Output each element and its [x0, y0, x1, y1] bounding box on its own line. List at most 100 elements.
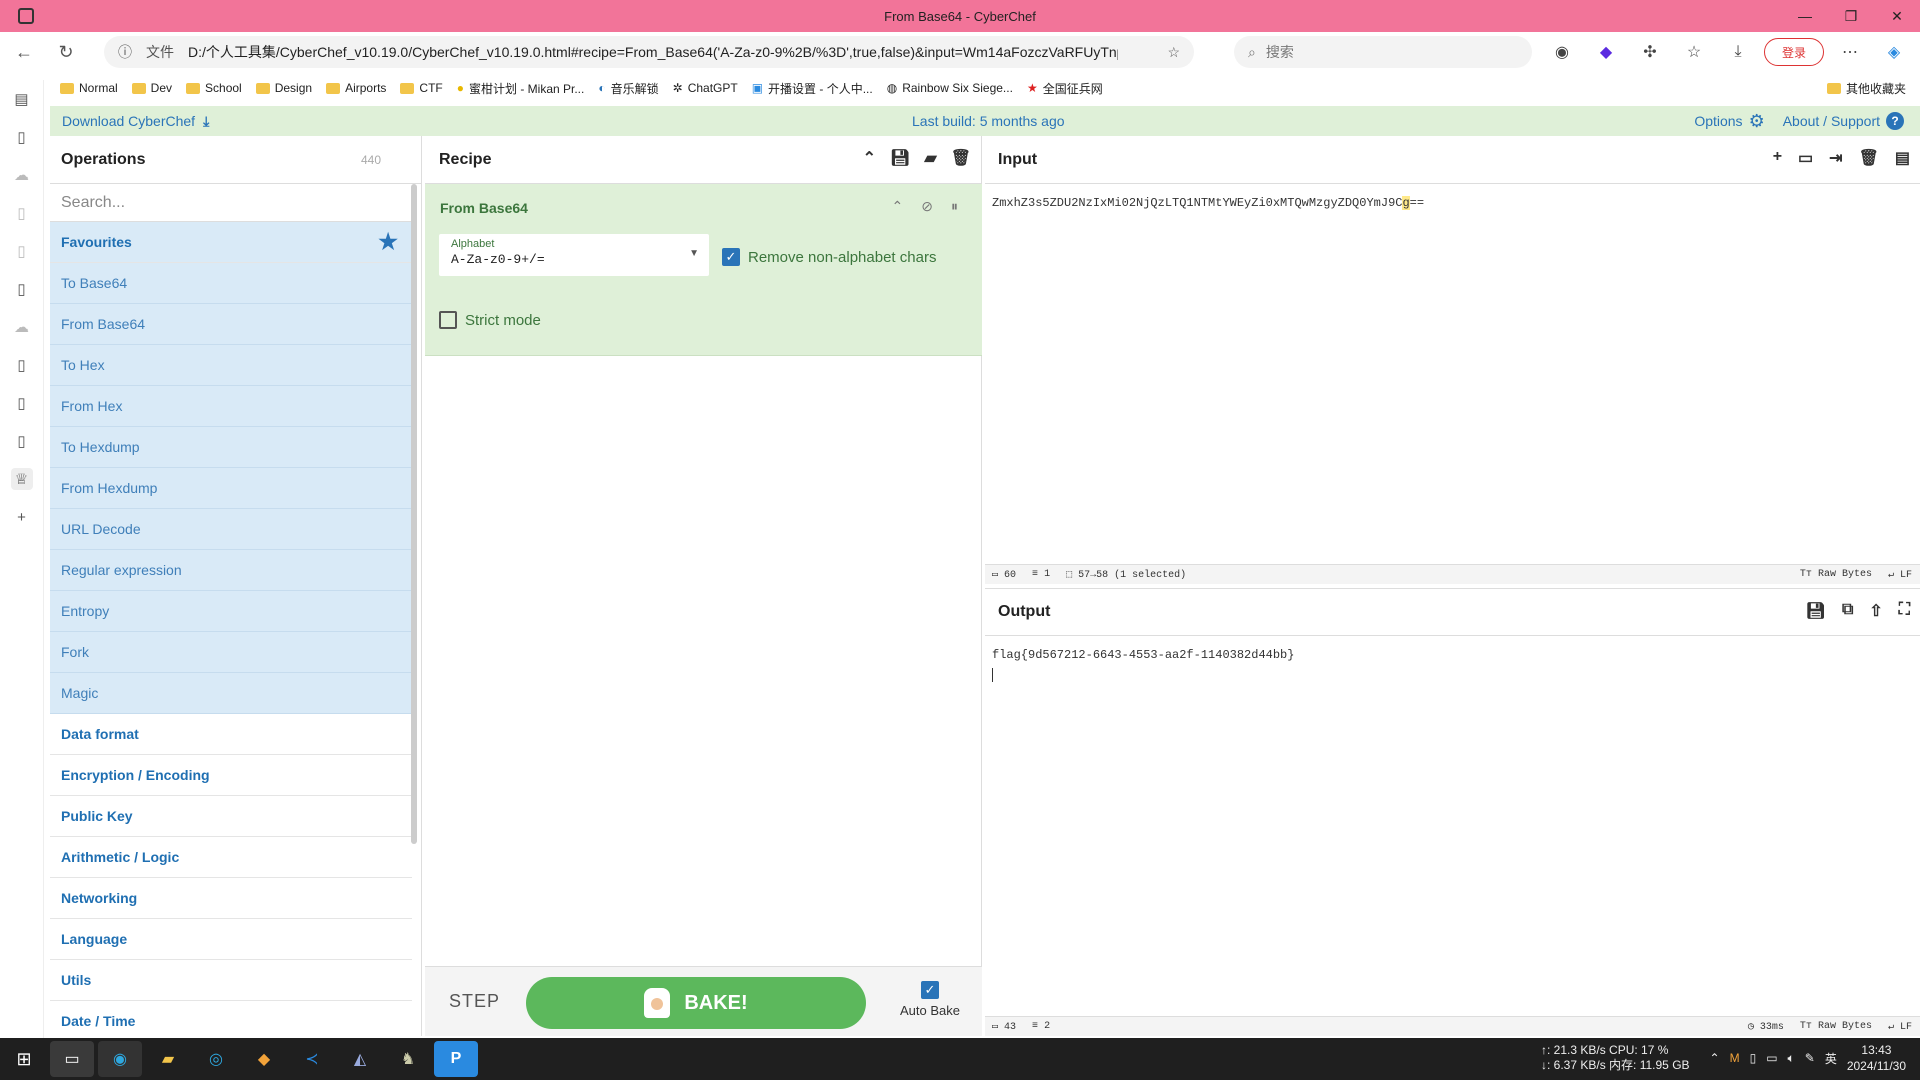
input-text-area[interactable]: ZmxhZ3s5ZDU2NzIxMi02NjQzLTQ1NTMtYWEyZi0x… — [985, 184, 1920, 222]
search-box[interactable]: ⌕ 搜索 — [1234, 36, 1532, 68]
favorites-icon[interactable]: ☆ — [1676, 38, 1712, 66]
file-explorer-icon[interactable]: ▰ — [146, 1041, 190, 1077]
options-link[interactable]: Options ⚙ — [1694, 111, 1764, 132]
about-link[interactable]: About / Support ? — [1783, 112, 1904, 130]
operation-item[interactable]: Fork — [50, 632, 412, 673]
replace-input-icon[interactable]: ⇧ — [1869, 601, 1882, 621]
category-item[interactable]: Data format — [50, 714, 412, 755]
eol-selector[interactable]: ↵ LF — [1888, 1021, 1912, 1033]
pycharm-icon[interactable]: P — [434, 1041, 478, 1077]
page-icon[interactable]: ▯ — [11, 202, 33, 224]
open-file-icon[interactable]: ⇥ — [1829, 148, 1842, 168]
cloud-icon[interactable]: ☁ — [11, 164, 33, 186]
encoding-selector[interactable]: Tт Raw Bytes — [1800, 569, 1872, 581]
site-info-icon[interactable]: ⓘ — [118, 42, 132, 62]
address-bar[interactable]: ⓘ 文件 D:/个人工具集/CyberChef_v10.19.0/CyberCh… — [104, 36, 1194, 68]
maximize-icon[interactable]: ⛶ — [1899, 601, 1910, 621]
notes-icon[interactable]: ◭ — [338, 1041, 382, 1077]
operation-item[interactable]: From Hexdump — [50, 468, 412, 509]
bookmark-item[interactable]: ✲ ChatGPT — [673, 81, 738, 95]
volume-icon[interactable]: 🔈︎ — [1788, 1051, 1795, 1066]
operation-item[interactable]: To Base64 — [50, 263, 412, 304]
disable-icon[interactable]: ⊘ — [921, 198, 933, 215]
app-icon[interactable]: ♞ — [386, 1041, 430, 1077]
bake-button[interactable]: BAKE! — [526, 977, 866, 1029]
network-icon[interactable]: ▭ — [1766, 1051, 1777, 1065]
bookmark-item[interactable]: ★ 全国征兵网 — [1027, 80, 1103, 97]
bookmark-item[interactable]: ◍ Rainbow Six Siege... — [887, 81, 1013, 95]
cyberchef-tab-icon[interactable]: ♕ — [10, 468, 33, 490]
category-item[interactable]: Date / Time — [50, 1001, 412, 1042]
collapse-icon[interactable]: ⌃ — [863, 148, 876, 168]
category-item[interactable]: Language — [50, 919, 412, 960]
extension-record-icon[interactable]: ◉ — [1544, 38, 1580, 66]
eol-selector[interactable]: ↵ LF — [1888, 569, 1912, 581]
checkbox-checked[interactable]: ✓ — [921, 981, 939, 999]
bookmark-item[interactable]: Design — [255, 81, 312, 95]
page-icon[interactable]: ▯ — [11, 430, 33, 452]
auto-bake-toggle[interactable]: ✓ Auto Bake — [895, 981, 965, 1018]
windows-start-icon[interactable]: ⊞ — [0, 1038, 48, 1080]
operations-scrollbar[interactable] — [411, 184, 417, 844]
battery-icon[interactable]: ▯ — [1750, 1051, 1757, 1065]
category-item[interactable]: Arithmetic / Logic — [50, 837, 412, 878]
favorite-star-icon[interactable]: ☆ — [1167, 44, 1180, 61]
layout-icon[interactable]: ▤ — [1895, 148, 1910, 168]
cloud-icon[interactable]: ☁ — [11, 316, 33, 338]
page-icon[interactable]: ▯ — [11, 240, 33, 262]
copilot-icon[interactable]: ◈ — [1876, 38, 1912, 66]
category-item[interactable]: Utils — [50, 960, 412, 1001]
page-icon[interactable]: ▯ — [11, 126, 33, 148]
output-text-area[interactable]: flag{9d567212-6643-4553-aa2f-1140382d44b… — [985, 636, 1920, 694]
vscode-icon[interactable]: ≺ — [290, 1041, 334, 1077]
page-icon[interactable]: ▯ — [11, 354, 33, 376]
extensions-puzzle-icon[interactable]: ✣ — [1632, 38, 1668, 66]
checkbox-unchecked[interactable] — [439, 311, 457, 329]
open-folder-icon[interactable]: ▭ — [1798, 148, 1813, 168]
other-bookmarks[interactable]: 其他收藏夹 — [1826, 80, 1906, 97]
category-item[interactable]: Encryption / Encoding — [50, 755, 412, 796]
close-button[interactable]: ✕ — [1874, 0, 1920, 32]
remove-non-alphabet-option[interactable]: ✓ Remove non-alphabet chars — [722, 248, 936, 266]
bookmark-item[interactable]: ◐ 音乐解锁 — [598, 80, 658, 97]
trash-icon[interactable]: 🗑︎ — [951, 148, 971, 168]
page-icon[interactable]: ▯ — [11, 392, 33, 414]
alphabet-select[interactable]: Alphabet A-Za-z0-9+/= ▼ — [439, 234, 709, 276]
pen-icon[interactable]: ✎ — [1805, 1051, 1815, 1065]
operation-item[interactable]: Regular expression — [50, 550, 412, 591]
bookmark-item[interactable]: ● 蜜柑计划 - Mikan Pr... — [457, 80, 585, 97]
bookmark-item[interactable]: CTF — [400, 81, 443, 95]
edge-icon[interactable]: ◉ — [98, 1041, 142, 1077]
save-icon[interactable]: 💾︎ — [890, 148, 910, 168]
refresh-icon[interactable]: ↻ — [48, 36, 84, 68]
more-menu-icon[interactable]: ⋯ — [1832, 38, 1868, 66]
copy-icon[interactable]: ⧉ — [1842, 601, 1853, 621]
checkbox-checked[interactable]: ✓ — [722, 248, 740, 266]
operation-item[interactable]: Entropy — [50, 591, 412, 632]
folder-open-icon[interactable]: ▰ — [924, 148, 936, 168]
chevron-up-icon[interactable]: ⌃ — [1710, 1051, 1720, 1065]
strict-mode-option[interactable]: Strict mode — [439, 311, 541, 329]
trash-icon[interactable]: 🗑︎ — [1859, 148, 1879, 168]
sticky-app-icon[interactable]: ◆ — [242, 1041, 286, 1077]
back-icon[interactable]: ← — [6, 36, 42, 68]
bookmark-item[interactable]: Normal — [60, 81, 118, 95]
category-favourites[interactable]: Favourites ★ — [50, 222, 412, 263]
bookmark-item[interactable]: Dev — [131, 81, 172, 95]
terminal-icon[interactable]: ▭ — [50, 1041, 94, 1077]
operation-item[interactable]: From Hex — [50, 386, 412, 427]
downloads-icon[interactable]: ⤓ — [1720, 38, 1756, 66]
url-text[interactable]: D:/个人工具集/CyberChef_v10.19.0/CyberChef_v1… — [188, 42, 1118, 62]
pause-icon[interactable]: ⏸︎ — [951, 198, 958, 215]
clock[interactable]: 13:43 2024/11/30 — [1847, 1042, 1906, 1074]
recipe-operation-from-base64[interactable]: From Base64 ⌃ ⊘ ⏸︎ Alphabet A-Za-z0-9+/=… — [425, 184, 982, 356]
login-button[interactable]: 登录 — [1764, 38, 1824, 66]
operations-search-input[interactable]: Search... — [50, 184, 412, 222]
category-item[interactable]: Networking — [50, 878, 412, 919]
minimize-button[interactable]: — — [1782, 0, 1828, 32]
bookmark-item[interactable]: ▣ 开播设置 - 个人中... — [752, 80, 873, 97]
save-icon[interactable]: 💾︎ — [1806, 601, 1826, 621]
bookmark-item[interactable]: School — [186, 81, 242, 95]
download-link[interactable]: Download CyberChef ⤓ — [62, 113, 209, 130]
encoding-selector[interactable]: Tт Raw Bytes — [1800, 1021, 1872, 1033]
